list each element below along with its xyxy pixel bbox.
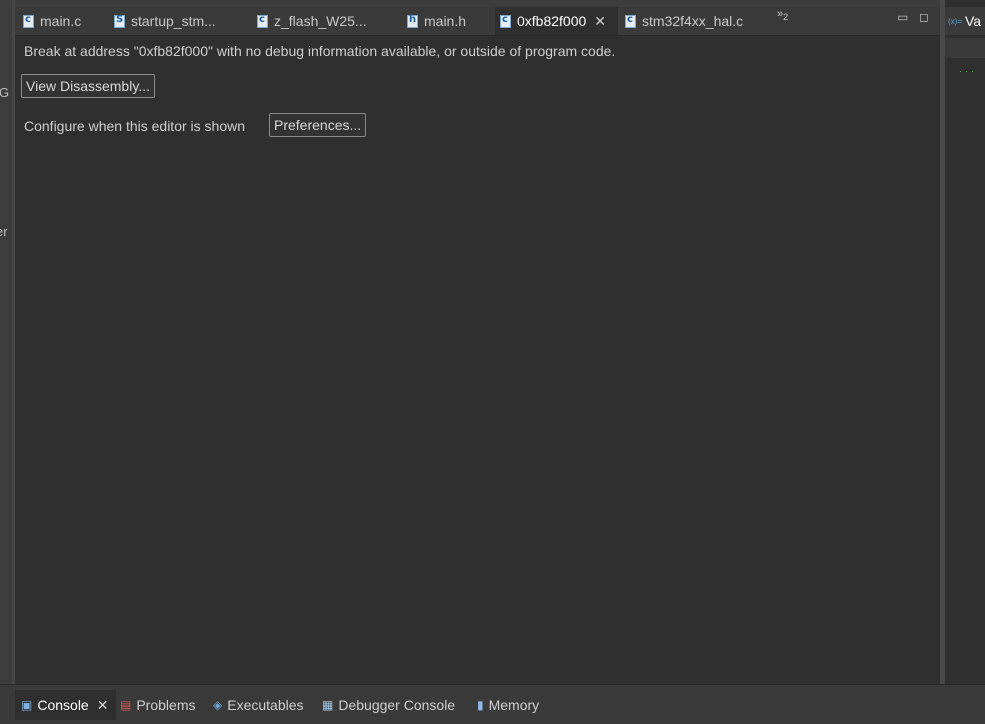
editor-area: main.c startup_stm... z_flash_W25... mai… (15, 0, 940, 684)
c-file-icon (257, 14, 268, 28)
console-icon: ▣ (21, 698, 33, 712)
break-message: Break at address "0xfb82f000" with no de… (24, 43, 616, 59)
tab-memory[interactable]: ▮ Memory (477, 690, 539, 720)
left-view-edge: G er (0, 0, 12, 684)
tab-label: Debugger Console (338, 697, 456, 713)
tab-label: main.h (424, 13, 467, 29)
tab-debugger-console[interactable]: ▦ Debugger Console (322, 690, 455, 720)
tab-label: main.c (40, 13, 82, 29)
left-view-fragment: G (0, 85, 10, 100)
tab-label: Executables (227, 697, 304, 713)
tab-label: startup_stm... (131, 13, 216, 29)
tab-overflow-button[interactable]: »2 (777, 8, 788, 22)
overflow-count: 2 (783, 12, 789, 23)
variables-icon: (x)= (948, 16, 962, 26)
tab-main-c[interactable]: main.c (23, 7, 103, 35)
view-disassembly-button[interactable]: View Disassembly... (21, 74, 155, 98)
memory-icon: ▮ (477, 698, 484, 712)
tab-label: Problems (136, 697, 196, 713)
tab-z-flash[interactable]: z_flash_W25... (257, 7, 392, 35)
tab-console[interactable]: ▣ Console ✕ (15, 690, 116, 720)
tab-label: Console (37, 697, 89, 713)
preferences-button[interactable]: Preferences... (269, 113, 367, 137)
left-view-fragment: er (0, 224, 8, 239)
debugger-console-icon: ▦ (322, 698, 334, 712)
problems-icon: ▤ (120, 698, 132, 712)
c-file-icon (625, 14, 636, 28)
close-icon[interactable]: ✕ (594, 13, 606, 30)
h-file-icon (407, 14, 418, 28)
editor-tab-bar: main.c startup_stm... z_flash_W25... mai… (15, 0, 940, 36)
tab-label: 0xfb82f000 (517, 13, 587, 29)
c-file-icon (500, 14, 511, 28)
maximize-icon[interactable]: ◻ (919, 10, 929, 24)
close-icon[interactable]: ✕ (97, 697, 109, 714)
variables-view-edge: (x)= Va ··· (945, 0, 985, 684)
configure-label: Configure when this editor is shown (24, 118, 246, 134)
tab-label: Va (965, 13, 982, 29)
tree-dots: ··· (959, 66, 977, 76)
tab-label: Memory (488, 697, 540, 713)
tab-variables[interactable]: (x)= Va (945, 7, 985, 35)
c-file-icon (23, 14, 34, 28)
minimize-icon[interactable]: ▭ (897, 10, 908, 24)
executables-icon: ◈ (213, 698, 223, 712)
variables-header (945, 38, 985, 58)
tab-main-h[interactable]: main.h (407, 7, 487, 35)
tab-stm32f4xx-hal-c[interactable]: stm32f4xx_hal.c (625, 7, 765, 35)
tab-executables[interactable]: ◈ Executables (213, 690, 304, 720)
bottom-panel-tab-bar: ▣ Console ✕ ▤ Problems ◈ Executables ▦ D… (0, 684, 985, 724)
asm-file-icon (114, 14, 125, 28)
tab-problems[interactable]: ▤ Problems (120, 690, 195, 720)
tab-label: stm32f4xx_hal.c (642, 13, 744, 29)
tab-0xfb82f000[interactable]: 0xfb82f000 ✕ (495, 7, 618, 35)
tab-startup[interactable]: startup_stm... (114, 7, 244, 35)
tab-label: z_flash_W25... (274, 13, 367, 29)
